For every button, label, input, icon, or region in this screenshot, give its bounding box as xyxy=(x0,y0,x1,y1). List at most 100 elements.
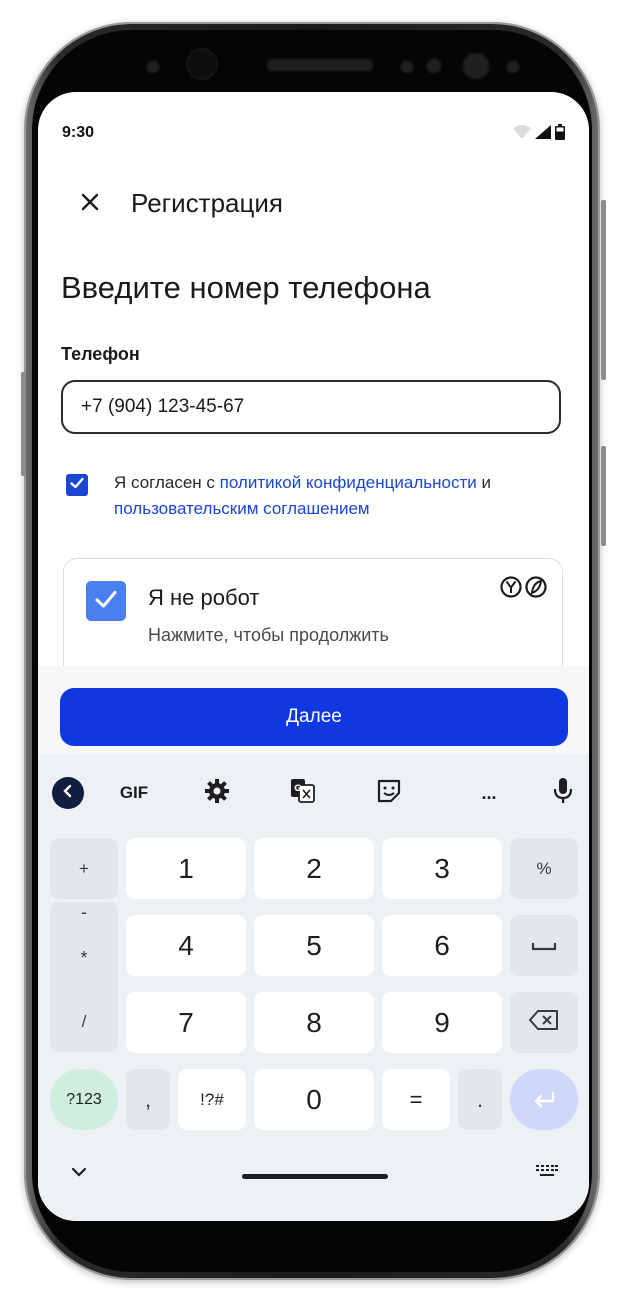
consent-checkbox[interactable] xyxy=(66,474,88,496)
front-camera-icon xyxy=(186,48,218,80)
key-comma-label: , xyxy=(144,1086,152,1112)
chevron-down-icon xyxy=(71,1164,87,1182)
key-5-label: 5 xyxy=(306,929,322,961)
key-1[interactable]: 1 xyxy=(126,838,246,899)
keyboard-switch-button[interactable] xyxy=(532,1158,562,1188)
key-comma[interactable]: , xyxy=(126,1069,170,1130)
key-7[interactable]: 7 xyxy=(126,992,246,1053)
key-percent-label: % xyxy=(536,858,552,878)
home-indicator[interactable] xyxy=(242,1174,388,1179)
screen: 9:30 Регистрация Введите номер телефона … xyxy=(38,92,589,1221)
hide-keyboard-button[interactable] xyxy=(64,1158,94,1188)
key-5[interactable]: 5 xyxy=(254,915,374,976)
voice-input-button[interactable] xyxy=(548,777,578,810)
key-8-label: 8 xyxy=(306,1006,322,1038)
sticker-icon xyxy=(376,778,402,809)
numeric-keyboard: GIF G ... + - * / 1 2 3 % 4 5 6 7 8 9 ?1… xyxy=(38,754,589,1221)
signal-icon xyxy=(535,125,551,144)
key-3-label: 3 xyxy=(434,852,450,884)
sensor-dot xyxy=(506,60,520,74)
key-enter[interactable] xyxy=(510,1069,578,1130)
gear-icon xyxy=(204,778,230,809)
translate-button[interactable]: G xyxy=(288,778,318,808)
keyboard-icon xyxy=(536,1164,558,1182)
key-6-label: 6 xyxy=(434,929,450,961)
key-plus[interactable]: + xyxy=(50,838,118,899)
key-divide-label: / xyxy=(81,1012,87,1031)
key-divide[interactable]: / xyxy=(50,992,118,1052)
key-3[interactable]: 3 xyxy=(382,838,502,899)
sensor-dot xyxy=(146,60,160,74)
chevron-left-icon xyxy=(61,784,75,803)
space-icon xyxy=(531,936,557,956)
key-mode-label: ?123 xyxy=(66,1090,102,1108)
key-8[interactable]: 8 xyxy=(254,992,374,1053)
battery-icon xyxy=(555,124,565,145)
side-button-right-top xyxy=(601,200,606,380)
key-9[interactable]: 9 xyxy=(382,992,502,1053)
status-time: 9:30 xyxy=(62,124,95,141)
earpiece-speaker xyxy=(266,58,374,72)
phone-field-label: Телефон xyxy=(61,344,140,364)
key-minus[interactable]: - xyxy=(50,902,118,923)
key-4-label: 4 xyxy=(178,929,194,961)
captcha-checkbox[interactable] xyxy=(86,581,126,621)
key-9-label: 9 xyxy=(434,1006,450,1038)
key-space[interactable] xyxy=(510,915,578,976)
status-bar: 9:30 xyxy=(38,92,589,176)
captcha-logo-icon xyxy=(500,575,548,599)
key-mode-switch[interactable]: ?123 xyxy=(50,1069,118,1130)
phone-input[interactable] xyxy=(61,380,561,434)
key-2[interactable]: 2 xyxy=(254,838,374,899)
captcha-subtitle: Нажмите, чтобы продолжить xyxy=(148,625,389,645)
consent-middle: и xyxy=(476,473,491,492)
key-equals[interactable]: = xyxy=(382,1069,450,1130)
key-equals-label: = xyxy=(409,1086,423,1112)
key-multiply[interactable]: * xyxy=(50,948,118,969)
key-2-label: 2 xyxy=(306,852,322,884)
close-icon xyxy=(80,192,100,217)
key-7-label: 7 xyxy=(178,1006,194,1038)
checkmark-icon xyxy=(93,586,119,617)
sensor-dot xyxy=(426,58,442,74)
key-1-label: 1 xyxy=(178,852,194,884)
screen-heading: Введите номер телефона xyxy=(61,270,431,305)
translate-icon: G xyxy=(290,778,316,809)
collapse-toolbar-button[interactable] xyxy=(52,777,84,809)
key-0[interactable]: 0 xyxy=(254,1069,374,1130)
sensor-dot xyxy=(462,52,490,80)
key-percent[interactable]: % xyxy=(510,838,578,899)
keyboard-toolbar: GIF G ... xyxy=(38,754,589,834)
gif-button[interactable]: GIF xyxy=(112,778,156,808)
next-button[interactable]: Далее xyxy=(60,688,568,746)
svg-text:G: G xyxy=(294,784,301,794)
status-icons xyxy=(513,124,565,145)
key-6[interactable]: 6 xyxy=(382,915,502,976)
key-symbols[interactable]: !?# xyxy=(178,1069,246,1130)
side-button-right-bottom xyxy=(601,446,606,546)
wifi-icon xyxy=(513,125,531,144)
close-button[interactable] xyxy=(74,188,106,220)
settings-button[interactable] xyxy=(202,778,232,808)
consent-text: Я согласен с политикой конфиденциальност… xyxy=(114,470,574,522)
app-bar: Регистрация xyxy=(38,176,589,232)
gif-label: GIF xyxy=(119,783,149,802)
key-4[interactable]: 4 xyxy=(126,915,246,976)
more-label: ... xyxy=(481,782,497,803)
backspace-icon xyxy=(529,1010,559,1035)
sticker-button[interactable] xyxy=(374,778,404,808)
key-backspace[interactable] xyxy=(510,992,578,1053)
key-plus-label: + xyxy=(79,858,89,878)
consent-prefix: Я согласен с xyxy=(114,473,220,492)
more-options-button[interactable]: ... xyxy=(474,778,504,808)
privacy-policy-link[interactable]: политикой конфиденциальности xyxy=(220,473,477,492)
microphone-icon xyxy=(552,777,574,810)
page-title: Регистрация xyxy=(131,188,283,218)
key-dot-label: . xyxy=(476,1086,484,1112)
key-0-label: 0 xyxy=(306,1083,322,1115)
key-dot[interactable]: . xyxy=(458,1069,502,1130)
sensor-dot xyxy=(400,60,414,74)
captcha-title: Я не робот xyxy=(148,585,260,610)
terms-link[interactable]: пользовательским соглашением xyxy=(114,499,370,518)
key-symbols-label: !?# xyxy=(200,1089,224,1109)
